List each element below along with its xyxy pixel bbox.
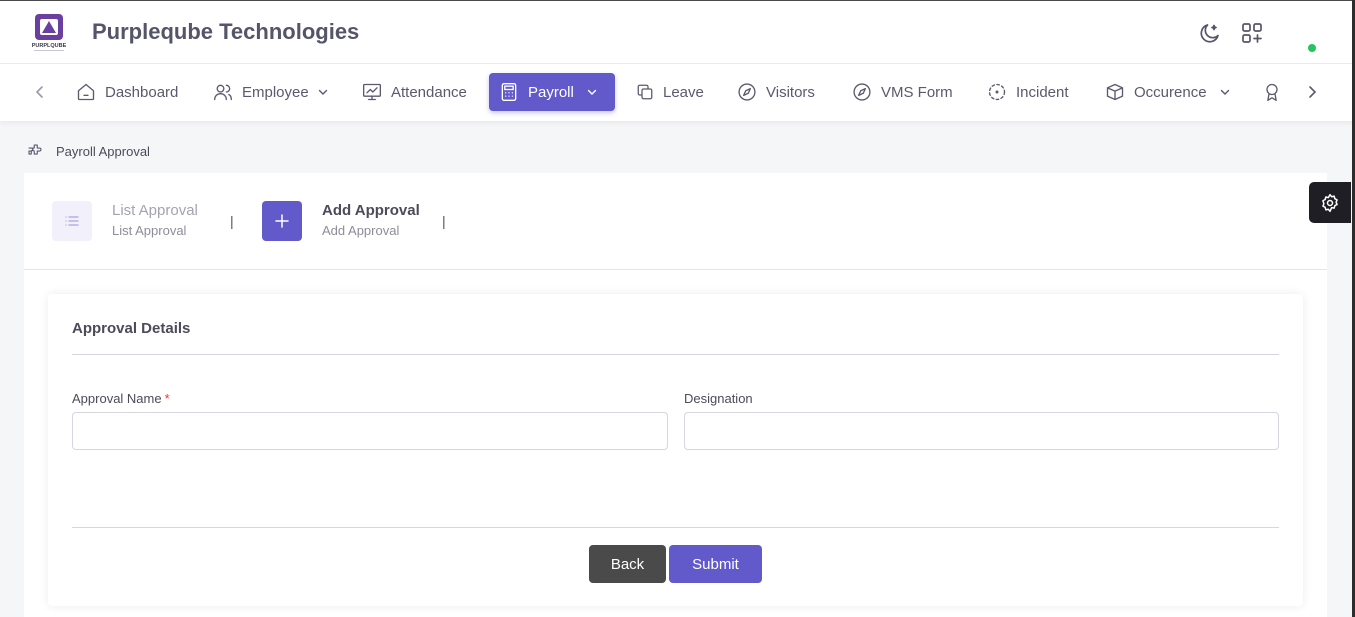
compass-icon [853, 83, 871, 101]
main-nav: Dashboard Employee Attendance Payroll Le… [0, 64, 1355, 121]
settings-toggle[interactable] [1309, 182, 1351, 223]
nav-item-payroll[interactable]: Payroll [489, 73, 615, 111]
approval-name-input[interactable] [72, 412, 668, 450]
home-icon [77, 83, 95, 101]
approval-name-label: Approval Name * [72, 391, 170, 406]
nav-label: Occurence [1134, 83, 1207, 101]
nav-item-dashboard[interactable]: Dashboard [66, 73, 188, 111]
nav-item-award[interactable] [1252, 73, 1301, 111]
divider [72, 354, 1279, 355]
nav-label: VMS Form [881, 83, 953, 101]
app-header: PURPLQUBE Purpleqube Technologies [0, 0, 1355, 64]
nav-scroll-left-icon[interactable] [30, 82, 50, 102]
puzzle-icon [28, 144, 42, 155]
divider [72, 527, 1279, 528]
breadcrumb-label: Payroll Approval [56, 143, 150, 159]
tab-title: List Approval [112, 202, 198, 219]
nav-label: Dashboard [105, 83, 179, 101]
tab-separator: | [230, 213, 234, 229]
tab-subtitle: Add Approval [322, 223, 400, 238]
nav-label: Incident [1016, 83, 1069, 101]
calculator-icon [501, 83, 517, 101]
online-status-dot [1308, 44, 1316, 52]
nav-label: Leave [663, 83, 704, 101]
back-button[interactable]: Back [589, 545, 666, 583]
presentation-icon [363, 83, 381, 101]
nav-item-occurence[interactable]: Occurence [1095, 73, 1241, 111]
approval-form-card: Approval Details Approval Name * Designat… [48, 294, 1303, 606]
nav-label: Payroll [528, 83, 574, 101]
designation-input[interactable] [684, 412, 1279, 450]
chevron-down-icon [318, 89, 327, 95]
breadcrumb: Payroll Approval [26, 142, 150, 160]
required-mark: * [164, 391, 170, 406]
award-icon [1266, 83, 1278, 102]
compass-icon [738, 83, 756, 101]
form-title: Approval Details [72, 320, 191, 337]
main-card: List Approval List Approval | Add Approv… [24, 173, 1327, 617]
nav-item-incident[interactable]: Incident [977, 73, 1079, 111]
nav-label: Visitors [766, 83, 815, 101]
nav-label: Attendance [391, 83, 467, 101]
copy-icon [637, 84, 653, 100]
nav-item-attendance[interactable]: Attendance [352, 73, 477, 111]
chevron-down-icon [587, 89, 597, 95]
nav-scroll-right-icon[interactable] [1302, 82, 1322, 102]
nav-item-visitors[interactable]: Visitors [727, 73, 825, 111]
approval-tabs: List Approval List Approval | Add Approv… [24, 173, 1327, 270]
focus-icon [988, 83, 1006, 101]
tab-separator: | [442, 213, 446, 229]
designation-label: Designation [684, 391, 753, 406]
nav-label: Employee [242, 83, 309, 101]
users-icon [214, 84, 232, 101]
apps-add-icon[interactable] [1240, 21, 1264, 45]
plus-icon [262, 201, 302, 241]
nav-item-leave[interactable]: Leave [626, 73, 714, 111]
nav-item-employee[interactable]: Employee [203, 73, 339, 111]
tab-subtitle: List Approval [112, 223, 187, 238]
label-text: Approval Name [72, 391, 162, 406]
company-name: Purpleqube Technologies [92, 19, 360, 44]
list-icon [52, 201, 92, 241]
moon-icon[interactable] [1198, 21, 1222, 45]
gear-icon [1322, 193, 1338, 212]
submit-button[interactable]: Submit [669, 545, 762, 583]
tab-title: Add Approval [322, 202, 420, 219]
logo-text: PURPLQUBE [32, 43, 67, 49]
nav-item-vms-form[interactable]: VMS Form [842, 73, 963, 111]
chevron-down-icon [1220, 89, 1229, 95]
company-logo[interactable]: PURPLQUBE [30, 13, 68, 53]
box-icon [1106, 83, 1124, 101]
